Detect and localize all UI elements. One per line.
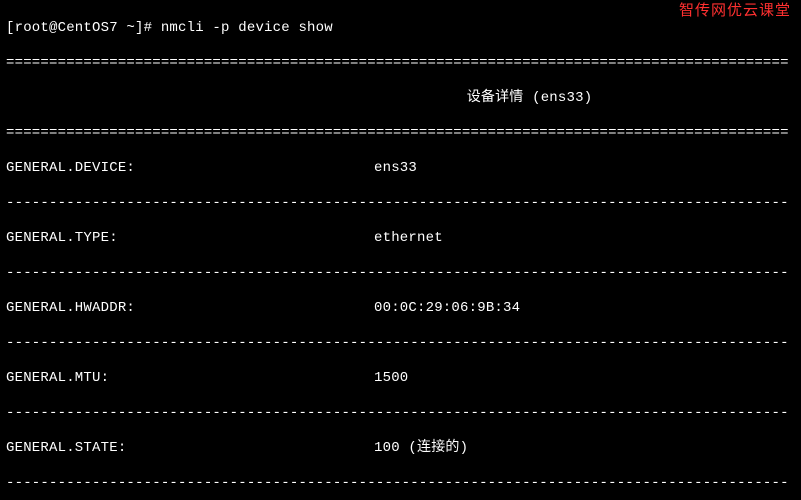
device-header-text: 设备详情 (ens33) (467, 90, 593, 106)
separator-eq: ========================================… (6, 125, 795, 143)
output-key: GENERAL.TYPE: (6, 230, 374, 248)
output-val: ethernet (374, 230, 795, 248)
output-key: GENERAL.MTU: (6, 370, 374, 388)
separator-dash: ----------------------------------------… (6, 195, 795, 213)
output-val: 00:0C:29:06:9B:34 (374, 300, 795, 318)
output-val: ens33 (374, 160, 795, 178)
output-row: GENERAL.HWADDR:00:0C:29:06:9B:34 (6, 300, 795, 318)
output-row: GENERAL.MTU:1500 (6, 370, 795, 388)
separator-eq: ========================================… (6, 55, 795, 73)
separator-dash: ----------------------------------------… (6, 475, 795, 493)
output-row: GENERAL.DEVICE:ens33 (6, 160, 795, 178)
shell-prompt: [root@CentOS7 ~]# (6, 20, 161, 36)
terminal-output: [root@CentOS7 ~]# nmcli -p device show =… (0, 0, 801, 500)
output-row: GENERAL.STATE:100 (连接的) (6, 440, 795, 458)
separator-dash: ----------------------------------------… (6, 405, 795, 423)
watermark-label: 智传网优云课堂 (679, 2, 791, 21)
output-val: 100 (连接的) (374, 440, 795, 458)
separator-dash: ----------------------------------------… (6, 265, 795, 283)
output-key: GENERAL.DEVICE: (6, 160, 374, 178)
device-header: 设备详情 (ens33) (6, 90, 795, 108)
command-text: nmcli -p device show (161, 20, 333, 36)
output-val: 1500 (374, 370, 795, 388)
separator-dash: ----------------------------------------… (6, 335, 795, 353)
prompt-line: [root@CentOS7 ~]# nmcli -p device show (6, 20, 795, 38)
output-key: GENERAL.STATE: (6, 440, 374, 458)
output-key: GENERAL.HWADDR: (6, 300, 374, 318)
output-row: GENERAL.TYPE:ethernet (6, 230, 795, 248)
